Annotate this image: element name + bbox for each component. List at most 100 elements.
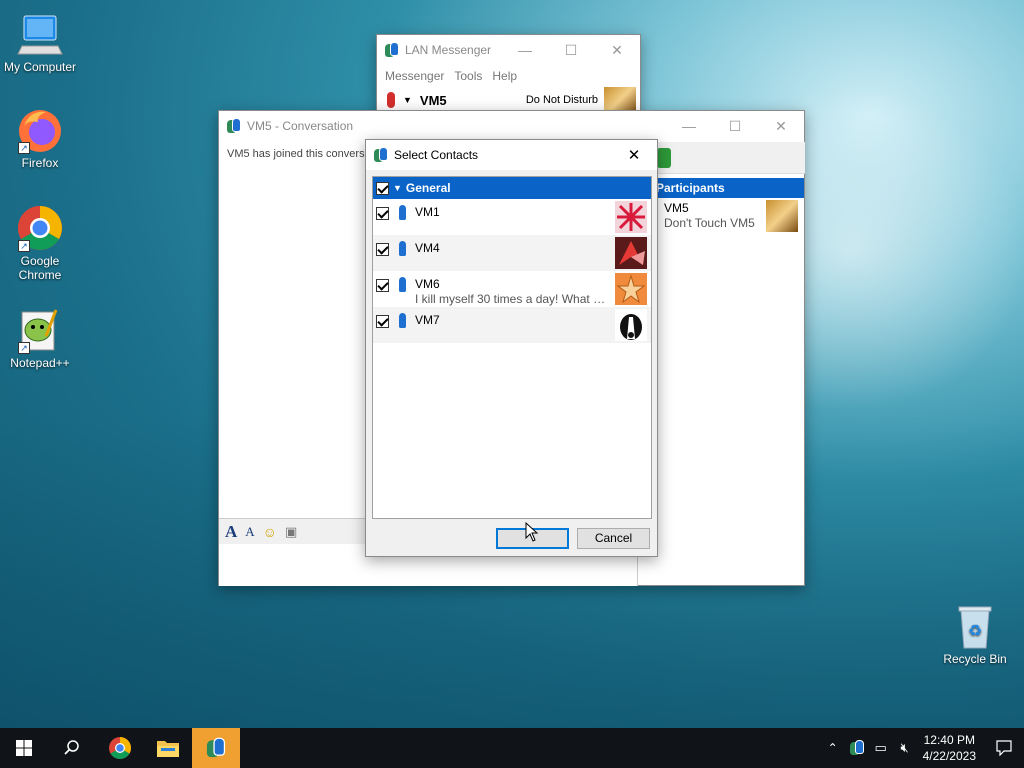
user-name: VM5 [419, 92, 447, 108]
contact-avatar [615, 201, 647, 233]
recycle-bin-icon: ♻ [951, 602, 999, 650]
folder-icon [157, 741, 179, 757]
shortcut-arrow-icon: ↗ [18, 240, 30, 252]
desktop-icon-label: Firefox [21, 156, 59, 170]
minimize-icon[interactable]: — [666, 111, 712, 141]
network-icon[interactable]: ▭ [869, 740, 893, 756]
status-dropdown-icon[interactable]: ▼ [403, 95, 412, 105]
list-item[interactable]: VM4 [373, 235, 651, 271]
shortcut-arrow-icon: ↗ [18, 342, 30, 354]
list-item[interactable]: VM1 [373, 199, 651, 235]
desktop-icon-label: Google Chrome [18, 254, 62, 282]
select-contacts-dialog[interactable]: Select Contacts ✕ ▼ General VM1 VM4 VM6 … [365, 139, 658, 557]
menubar: Messenger Tools Help [377, 65, 640, 87]
participant-name: VM5 [664, 201, 689, 215]
windows-icon [16, 740, 32, 756]
user-status-text[interactable]: Do Not Disturb [526, 94, 598, 106]
contact-checkbox[interactable] [376, 207, 389, 220]
busy-status-icon [387, 92, 395, 108]
desktop-icon-firefox[interactable]: ↗ Firefox [0, 106, 80, 170]
taskbar-lan-messenger[interactable] [192, 728, 240, 768]
window-title: LAN Messenger [405, 43, 492, 57]
clock-time: 12:40 PM [923, 733, 975, 747]
close-icon[interactable]: ✕ [594, 35, 640, 65]
start-button[interactable] [0, 728, 48, 768]
clock[interactable]: 12:40 PM 4/22/2023 [923, 732, 976, 764]
online-status-icon [399, 277, 406, 292]
contact-avatar [615, 237, 647, 269]
notification-icon [996, 740, 1012, 756]
tray-lan-messenger[interactable] [845, 740, 869, 756]
lan-messenger-tray-icon [849, 740, 864, 756]
desktop-icon-my-computer[interactable]: My Computer [0, 10, 80, 74]
search-icon [64, 740, 79, 755]
system-message: VM5 has joined this conversa [227, 148, 371, 160]
notifications-button[interactable] [984, 728, 1024, 768]
contact-avatar [615, 273, 647, 305]
add-participant-icon[interactable] [657, 148, 671, 168]
contact-avatar [615, 309, 647, 341]
online-status-icon [399, 313, 406, 328]
menu-help[interactable]: Help [490, 69, 525, 83]
lan-messenger-titlebar[interactable]: LAN Messenger — ☐ ✕ [377, 35, 640, 65]
minimize-icon[interactable]: — [502, 35, 548, 65]
list-item[interactable]: VM6 I kill myself 30 times a day! What a… [373, 271, 651, 307]
lan-messenger-app-icon [206, 737, 226, 759]
shortcut-arrow-icon: ↗ [18, 142, 30, 154]
group-row-general[interactable]: ▼ General [373, 177, 651, 199]
window-title: VM5 - Conversation [247, 119, 354, 133]
participants-toolbar [637, 142, 805, 174]
list-item[interactable]: VM7 [373, 307, 651, 343]
desktop-icon-label: My Computer [3, 60, 77, 74]
contact-checkbox[interactable] [376, 315, 389, 328]
chrome-icon [109, 737, 131, 759]
conversation-titlebar[interactable]: VM5 - Conversation — ☐ ✕ [219, 111, 804, 141]
taskbar: ⌃ ▭ 🔇︎ 12:40 PM 4/22/2023 [0, 728, 1024, 768]
cancel-button[interactable]: Cancel [577, 528, 650, 549]
taskbar-file-explorer[interactable] [144, 728, 192, 768]
conversation-app-icon [227, 118, 241, 134]
desktop-icon-label: Recycle Bin [943, 652, 1007, 666]
contact-note: I kill myself 30 times a day! What a... [415, 292, 607, 306]
group-label: General [405, 181, 451, 195]
desktop-icon-recycle-bin[interactable]: ♻ Recycle Bin [935, 602, 1015, 666]
lan-messenger-app-icon [385, 42, 399, 58]
online-status-icon [399, 241, 406, 256]
computer-icon [16, 10, 64, 58]
font-icon[interactable]: A [225, 522, 237, 542]
svg-text:♻: ♻ [968, 621, 982, 640]
contacts-list[interactable]: ▼ General VM1 VM4 VM6 I kill myself 30 t… [372, 176, 652, 519]
chrome-icon: ↗ [16, 204, 64, 252]
clock-date: 4/22/2023 [922, 749, 976, 763]
emoticon-icon[interactable]: ☺ [263, 524, 277, 540]
desktop-icon-label: Notepad++ [10, 356, 70, 370]
maximize-icon[interactable]: ☐ [548, 35, 594, 65]
contact-checkbox[interactable] [376, 243, 389, 256]
dialog-titlebar[interactable]: Select Contacts ✕ [366, 140, 657, 170]
taskbar-chrome[interactable] [96, 728, 144, 768]
firefox-icon: ↗ [16, 106, 64, 154]
notepadpp-icon: ↗ [16, 306, 64, 354]
font-color-icon[interactable]: A [245, 524, 254, 540]
show-hidden-icons-chevron-icon[interactable]: ⌃ [821, 741, 845, 755]
system-tray: ⌃ ▭ 🔇︎ 12:40 PM 4/22/2023 [821, 728, 1024, 768]
dialog-app-icon [374, 147, 388, 163]
search-button[interactable] [48, 728, 96, 768]
participant-item[interactable]: VM5 Don't Touch VM5 [638, 199, 804, 235]
contact-checkbox[interactable] [376, 279, 389, 292]
close-icon[interactable]: ✕ [611, 140, 657, 170]
menu-messenger[interactable]: Messenger [383, 69, 452, 83]
expand-arrow-icon[interactable]: ▼ [393, 183, 402, 193]
lan-messenger-window[interactable]: LAN Messenger — ☐ ✕ Messenger Tools Help… [376, 34, 641, 114]
desktop-icon-notepadpp[interactable]: ↗ Notepad++ [0, 306, 80, 370]
participants-header: Participants [638, 178, 804, 198]
group-checkbox[interactable] [376, 181, 389, 195]
desktop-icon-chrome[interactable]: ↗ Google Chrome [0, 204, 80, 282]
online-status-icon [399, 205, 406, 220]
maximize-icon[interactable]: ☐ [712, 111, 758, 141]
mouse-cursor-icon [525, 522, 539, 542]
save-icon[interactable]: ▣ [285, 524, 297, 540]
close-icon[interactable]: ✕ [758, 111, 804, 141]
volume-muted-icon[interactable]: 🔇︎ [893, 740, 917, 756]
menu-tools[interactable]: Tools [452, 69, 490, 83]
